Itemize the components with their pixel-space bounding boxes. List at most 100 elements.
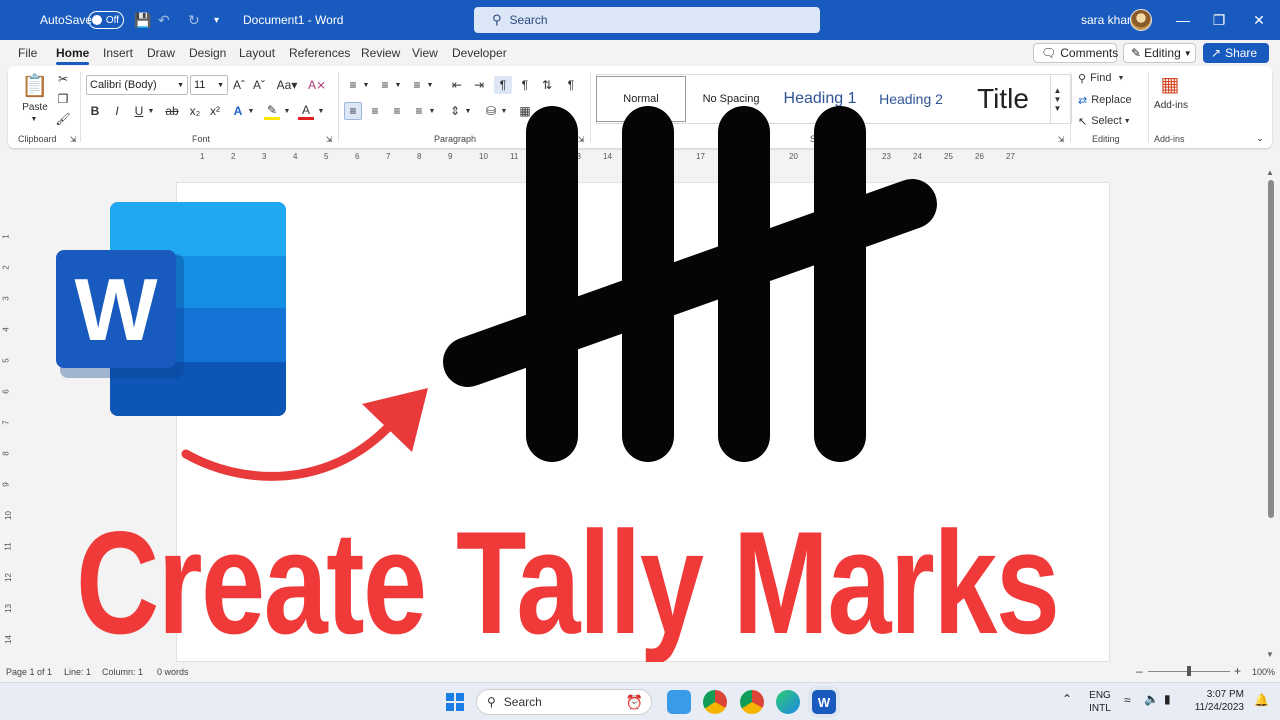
shrink-font-icon[interactable]: Aˇ	[252, 76, 266, 94]
start-icon[interactable]	[443, 690, 467, 714]
align-center-icon[interactable]: ≡	[366, 102, 384, 120]
avatar[interactable]	[1130, 9, 1152, 31]
tab-developer[interactable]: Developer	[452, 46, 507, 60]
style-heading-2[interactable]: Heading 2	[866, 76, 956, 122]
copy-icon[interactable]: ❐	[56, 92, 70, 106]
paste-label[interactable]: Paste	[20, 100, 50, 114]
share-button[interactable]: ↗ Share	[1203, 43, 1269, 63]
zoom-in-icon[interactable]: +	[1234, 664, 1241, 678]
zoom-slider-thumb[interactable]	[1187, 666, 1191, 676]
select-button[interactable]: ↖ Select ▼	[1078, 113, 1142, 129]
zoom-level[interactable]: 100%	[1252, 667, 1275, 677]
grow-font-icon[interactable]: Aˆ	[232, 76, 246, 94]
add-ins-icon[interactable]: ▦	[1158, 72, 1182, 96]
font-size-dropdown[interactable]: 11 ▼	[190, 75, 228, 95]
text-effects-button[interactable]: A	[230, 102, 246, 120]
word-taskbar-icon[interactable]: W	[812, 690, 836, 714]
add-ins-button[interactable]: Add-ins	[1150, 98, 1192, 112]
horizontal-ruler[interactable]: 1 2 3 4 5 6 7 8 9 10 11 12 13 14 15 16 17 18 19 20 21 22 23 24 2…	[176, 150, 1110, 164]
strikethrough-button[interactable]: ab	[164, 102, 180, 120]
dialog-launcher-icon[interactable]: ⇲	[324, 134, 334, 144]
tab-references[interactable]: References	[289, 46, 350, 60]
tab-layout[interactable]: Layout	[239, 46, 275, 60]
style-normal[interactable]: Normal	[596, 76, 686, 122]
subscript-button[interactable]: x₂	[188, 102, 202, 120]
taskbar-search[interactable]: ⚲ Search ⏰	[476, 689, 652, 715]
italic-button[interactable]: I	[110, 102, 124, 120]
sort-icon[interactable]: ⇅	[538, 76, 556, 94]
replace-button[interactable]: ⇄ Replace	[1078, 92, 1142, 108]
autosave-toggle[interactable]: Off	[88, 11, 124, 29]
word-count[interactable]: 0 words	[157, 667, 189, 677]
editing-mode-button[interactable]: ✎ Editing ▼	[1123, 43, 1196, 63]
chrome-profile-icon[interactable]	[740, 690, 764, 714]
zoom-out-icon[interactable]: –	[1136, 664, 1143, 678]
close-icon[interactable]: ✕	[1240, 0, 1278, 40]
dialog-launcher-icon[interactable]: ⇲	[68, 134, 78, 144]
save-icon[interactable]: 💾	[134, 0, 151, 40]
styles-scroll-icon[interactable]: ▲ ▼ ▼	[1050, 74, 1064, 124]
undo-icon[interactable]: ↶	[158, 0, 170, 40]
align-left-icon[interactable]: ≡	[344, 102, 362, 120]
chevron-down-icon[interactable]: ▼	[428, 102, 436, 120]
battery-icon[interactable]: ▮	[1164, 693, 1171, 706]
numbering-icon[interactable]: ≡	[376, 76, 394, 94]
multilevel-list-icon[interactable]: ≡	[408, 76, 426, 94]
shading-icon[interactable]: ⛁	[482, 102, 500, 120]
page-count[interactable]: Page 1 of 1	[6, 667, 52, 677]
format-painter-icon[interactable]: 🖌	[55, 112, 70, 126]
chevron-down-icon[interactable]: ▼	[246, 102, 256, 120]
scroll-down-icon[interactable]: ▼	[1266, 650, 1274, 659]
language-indicator[interactable]: ENG INTL	[1086, 689, 1114, 715]
paste-icon[interactable]: 📋	[21, 72, 48, 100]
bold-button[interactable]: B	[88, 102, 102, 120]
tray-chevron-icon[interactable]: ⌃	[1062, 693, 1072, 706]
tab-home[interactable]: Home	[56, 46, 90, 65]
collapse-ribbon-icon[interactable]: ⌄	[1254, 132, 1266, 144]
scroll-up-icon[interactable]: ▲	[1266, 168, 1274, 177]
chevron-down-icon[interactable]: ▼	[394, 76, 402, 94]
tab-view[interactable]: View	[412, 46, 438, 60]
edge-icon[interactable]	[776, 690, 800, 714]
redo-icon[interactable]: ↻	[188, 0, 200, 40]
vertical-scrollbar[interactable]	[1268, 180, 1274, 518]
decrease-indent-icon[interactable]: ⇤	[448, 76, 466, 94]
wifi-icon[interactable]: ≈	[1124, 694, 1131, 707]
style-heading-1[interactable]: Heading 1	[776, 76, 864, 122]
font-name-dropdown[interactable]: Calibri (Body) ▼	[86, 75, 188, 95]
user-name[interactable]: sara khan	[1081, 0, 1134, 40]
notification-icon[interactable]: 🔔	[1254, 694, 1269, 707]
minimize-icon[interactable]: —	[1164, 0, 1202, 40]
bullets-icon[interactable]: ≡	[344, 76, 362, 94]
borders-icon[interactable]: ▦	[516, 102, 534, 120]
chevron-down-icon[interactable]: ▼	[426, 76, 434, 94]
search-box[interactable]: ⚲ Search	[474, 7, 820, 33]
font-color-button[interactable]: A	[298, 102, 314, 120]
chevron-down-icon[interactable]: ▼	[362, 76, 370, 94]
chrome-icon[interactable]	[703, 690, 727, 714]
cut-icon[interactable]: ✂	[56, 72, 70, 86]
change-case-icon[interactable]: Aa▾	[274, 76, 300, 94]
dialog-launcher-icon[interactable]: ⇲	[576, 134, 586, 144]
rtl-paragraph-icon[interactable]: ¶	[516, 76, 534, 94]
style-title[interactable]: Title	[958, 76, 1048, 122]
chevron-down-icon[interactable]: ▼	[282, 102, 292, 120]
tab-draw[interactable]: Draw	[147, 46, 175, 60]
volume-icon[interactable]: 🔈	[1144, 693, 1159, 706]
style-no-spacing[interactable]: No Spacing	[688, 76, 774, 122]
chevron-down-icon[interactable]: ▼	[464, 102, 472, 120]
tab-insert[interactable]: Insert	[103, 46, 133, 60]
maximize-icon[interactable]: ❐	[1200, 0, 1238, 40]
chevron-down-icon[interactable]: ▼	[146, 102, 156, 120]
chevron-down-icon[interactable]: ▼	[316, 102, 326, 120]
notepad-icon[interactable]	[667, 690, 691, 714]
tab-file[interactable]: File	[18, 46, 37, 60]
tab-review[interactable]: Review	[361, 46, 400, 60]
increase-indent-icon[interactable]: ⇥	[470, 76, 488, 94]
find-button[interactable]: ⚲ Find ▼	[1078, 70, 1142, 86]
highlight-icon[interactable]: ✎	[264, 102, 280, 120]
chevron-down-icon[interactable]: ▼	[500, 102, 508, 120]
ltr-paragraph-icon[interactable]: ¶	[494, 76, 512, 94]
show-hide-formatting-icon[interactable]: ¶	[562, 76, 580, 94]
align-right-icon[interactable]: ≡	[388, 102, 406, 120]
